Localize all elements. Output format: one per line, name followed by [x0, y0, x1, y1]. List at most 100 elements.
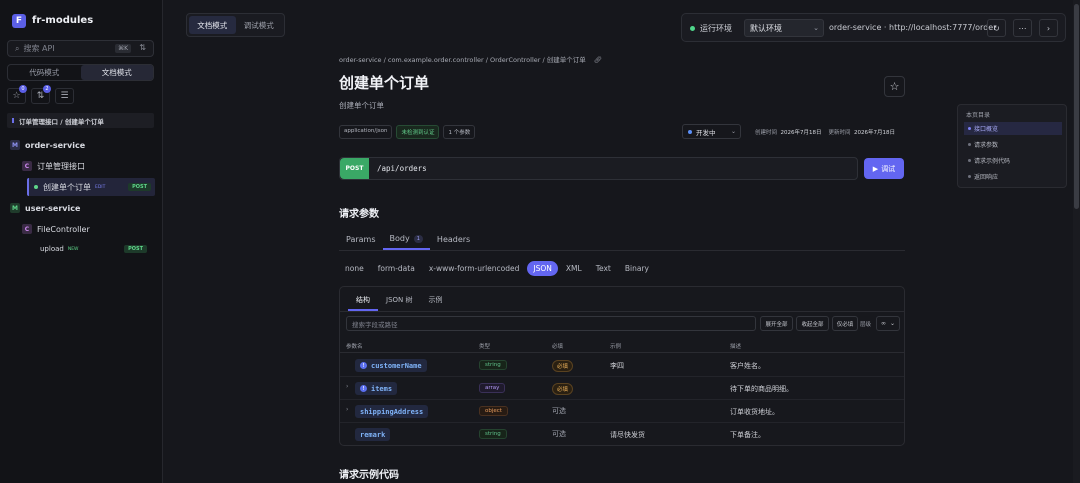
- view-mode-switch: 文档模式 调试模式: [186, 13, 285, 37]
- param-name: shippingAddress: [355, 405, 429, 418]
- table-row[interactable]: ! customerName string 必填 李四 客户姓名。: [340, 354, 904, 377]
- param-name-text: customerName: [371, 361, 422, 370]
- toc-heading: 本页目录: [966, 112, 991, 119]
- table-row[interactable]: › shippingAddress object 可选 订单收货地址。: [340, 400, 904, 423]
- search-placeholder: 搜索 API: [23, 44, 55, 53]
- scrollbar-thumb[interactable]: [1074, 4, 1079, 209]
- table-row[interactable]: remark string 可选 请尽快发货 下单备注。: [340, 423, 904, 446]
- param-example: 请尽快发货: [610, 431, 645, 439]
- page-title: 创建单个订单: [339, 74, 430, 92]
- tab-doc-mode[interactable]: 文档模式: [189, 16, 236, 34]
- env-value: 默认环境: [750, 23, 782, 33]
- sliders-icon: ☰: [60, 91, 69, 101]
- api-search-input[interactable]: ⌕ 搜索 API ⌘K ⇅: [7, 40, 154, 57]
- chevron-down-icon: ⌄: [889, 320, 896, 327]
- debug-button[interactable]: ▶ 调试: [864, 158, 904, 179]
- body-count-badge: 1: [413, 234, 423, 243]
- api-tree: M order-service C 订单管理接口 创建单个订单 EDIT POS…: [0, 135, 163, 259]
- tab-example[interactable]: 示例: [420, 291, 450, 311]
- favorites-button[interactable]: ☆ 0: [7, 85, 27, 104]
- tab-params[interactable]: Params: [339, 229, 383, 250]
- tree-item-order-controller[interactable]: C 订单管理接口: [0, 156, 163, 176]
- table-row[interactable]: › ! items array 必填 待下单的商品明细。: [340, 377, 904, 400]
- tree-item-file-controller[interactable]: C FileController: [0, 219, 163, 239]
- mode-code[interactable]: 代码模式: [8, 65, 81, 80]
- edit-tag: EDIT: [95, 184, 106, 190]
- format-json[interactable]: JSON: [527, 261, 558, 276]
- body-format-switch: none form-data x-www-form-urlencoded JSO…: [339, 261, 655, 276]
- level-value: ∞: [880, 320, 886, 327]
- param-required: 必填: [552, 383, 574, 395]
- format-form-data[interactable]: form-data: [372, 261, 421, 276]
- recent-button[interactable]: ⇅ 2: [31, 85, 51, 104]
- param-required: 可选: [552, 430, 566, 438]
- chevron-right-icon: ›: [1046, 23, 1051, 33]
- env-label: 运行环境: [700, 24, 732, 33]
- refresh-button[interactable]: ↻: [987, 19, 1006, 37]
- link-icon[interactable]: 🔗︎: [594, 56, 602, 64]
- field-search-input[interactable]: 搜索字段或路径: [346, 316, 756, 331]
- tree-item-upload[interactable]: upload NEW POST: [0, 239, 151, 259]
- filter-button[interactable]: ☰: [55, 88, 74, 104]
- breadcrumb-path: order-service / com.example.order.contro…: [339, 56, 586, 64]
- toc-item-params[interactable]: 请求参数: [964, 138, 1062, 151]
- more-icon: ⋯: [1018, 23, 1027, 33]
- toc-item-overview[interactable]: 接口概览: [964, 122, 1062, 135]
- expand-all-button[interactable]: 展开全部: [760, 316, 793, 331]
- format-none[interactable]: none: [339, 261, 370, 276]
- tab-headers[interactable]: Headers: [430, 229, 477, 250]
- divider: [340, 311, 904, 312]
- sort-icon[interactable]: ⇅: [139, 43, 146, 52]
- format-xml[interactable]: XML: [560, 261, 588, 276]
- play-icon: ▶: [872, 164, 879, 173]
- format-text[interactable]: Text: [590, 261, 617, 276]
- param-type: object: [479, 406, 508, 416]
- tree-item-create-order[interactable]: 创建单个订单 EDIT POST: [27, 178, 155, 196]
- tree-label: order-service: [25, 140, 86, 150]
- method-tag: POST: [124, 245, 147, 253]
- tab-body[interactable]: Body 1: [382, 229, 430, 250]
- param-name: remark: [355, 428, 391, 441]
- toc-item-sample[interactable]: 请求示例代码: [964, 154, 1062, 167]
- app-name: fr-modules: [32, 15, 94, 26]
- more-button[interactable]: ⋯: [1013, 19, 1032, 37]
- sidebar: F fr-modules ⌕ 搜索 API ⌘K ⇅ 代码模式 文档模式 ☆ 0…: [0, 0, 163, 483]
- recent-count: 2: [43, 85, 51, 93]
- schema-panel: 结构 JSON 树 示例 搜索字段或路径 展开全部 收起全部 仅必填 层级 ∞ …: [339, 286, 905, 446]
- format-urlencoded[interactable]: x-www-form-urlencoded: [423, 261, 526, 276]
- level-select[interactable]: ∞ ⌄: [876, 316, 900, 331]
- mode-doc[interactable]: 文档模式: [80, 65, 153, 80]
- collapse-all-button[interactable]: 收起全部: [796, 316, 829, 331]
- expand-caret-icon[interactable]: ›: [346, 383, 348, 390]
- toc-item-response[interactable]: 返回响应: [964, 170, 1062, 183]
- favorite-button[interactable]: ☆: [884, 76, 905, 97]
- param-desc: 下单备注。: [730, 431, 765, 439]
- chevron-down-icon: ⌄: [730, 128, 736, 135]
- page-scrollbar[interactable]: [1073, 0, 1080, 483]
- tab-body-label: Body: [389, 234, 410, 243]
- tab-debug-mode[interactable]: 调试模式: [236, 16, 283, 34]
- tree-item-order-service[interactable]: M order-service: [0, 135, 163, 155]
- param-name-text: shippingAddress: [360, 407, 424, 416]
- tab-json-tree[interactable]: JSON 树: [378, 291, 420, 311]
- status-dot: [688, 129, 692, 134]
- col-name: 参数名: [346, 344, 363, 350]
- updated-date: 2026年7月18日: [854, 130, 896, 136]
- sidebar-breadcrumb: 订单管理接口 / 创建单个订单: [7, 113, 154, 128]
- app-logo: F: [12, 14, 26, 28]
- param-example: 李四: [610, 362, 624, 370]
- status-select[interactable]: 开发中 ⌄: [682, 124, 741, 139]
- tab-structure[interactable]: 结构: [348, 291, 378, 311]
- shortcut-hint: ⌘K: [115, 44, 131, 53]
- param-type: string: [479, 360, 507, 370]
- tree-item-user-service[interactable]: M user-service: [0, 198, 163, 218]
- required-only-button[interactable]: 仅必填: [832, 316, 858, 331]
- param-required: 必填: [552, 360, 574, 372]
- next-button[interactable]: ›: [1039, 19, 1058, 37]
- controller-badge: C: [22, 224, 32, 234]
- expand-caret-icon[interactable]: ›: [346, 406, 348, 413]
- endpoint-path[interactable]: /api/orders: [377, 164, 427, 173]
- env-status-dot: [690, 26, 695, 31]
- env-select[interactable]: 默认环境 ⌄: [744, 19, 824, 37]
- format-binary[interactable]: Binary: [619, 261, 655, 276]
